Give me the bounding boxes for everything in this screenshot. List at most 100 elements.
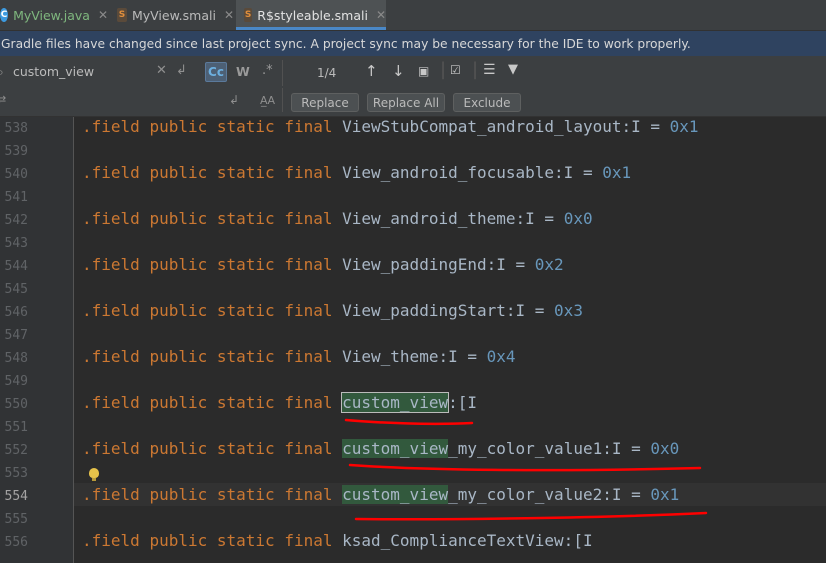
new-line-icon[interactable]: ↲ [176,63,187,78]
code-line-556[interactable]: .field public static final ksad_Complian… [82,531,593,550]
gradle-sync-banner: Gradle files have changed since last pro… [0,31,826,56]
match-count: 1/4 [317,66,337,80]
keyword: public [149,301,208,320]
tab-label: MyView.java [13,7,90,23]
replace-arrow-icon: ⇄ [0,93,7,106]
replace-button[interactable]: Replace [291,93,359,112]
keyword: final [284,485,333,504]
keyword: static [216,531,275,550]
code-line-538[interactable]: .field public static final ViewStubCompa… [82,117,699,136]
close-icon[interactable]: ✕ [224,8,234,22]
search-input[interactable] [13,64,153,79]
code-line-540[interactable]: .field public static final View_android_… [82,163,631,182]
smali-file-icon: S [244,8,253,22]
line-number: 539 [4,144,28,159]
tab-myview-java[interactable]: C MyView.java ✕ [0,0,108,30]
keyword: static [216,117,275,136]
line-number: 542 [4,213,28,228]
field-value: 0x1 [650,485,680,504]
keyword: public [149,393,208,412]
keyword: static [216,209,275,228]
exclude-button[interactable]: Exclude [453,93,521,112]
current-search-match[interactable]: custom_view [341,392,450,413]
line-number: 555 [4,512,28,527]
filter-icon[interactable]: ▼ [508,62,518,77]
keyword: public [149,347,208,366]
select-all-occurrences-icon[interactable]: ▣ [418,64,429,78]
field-name: _my_color_value2:I = [448,485,651,504]
keyword: public [149,255,208,274]
field-value: 0x1 [602,163,632,182]
field-value: 0x2 [534,255,564,274]
keyword: .field [82,531,140,550]
field-value: 0x0 [563,209,593,228]
lightbulb-icon[interactable] [89,468,99,481]
keyword: .field [82,117,140,136]
previous-occurrence-icon[interactable]: ↑ [365,62,378,80]
code-line-552[interactable]: .field public static final custom_view_m… [82,439,679,458]
search-match[interactable]: custom_view [342,485,449,504]
field-name: :[I [448,393,477,412]
keyword: static [216,439,275,458]
line-number: 549 [4,374,28,389]
keyword: final [284,439,333,458]
red-underline-3 [354,511,708,521]
tab-label: R$styleable.smali [257,7,368,23]
tab-label: MyView.smali [131,7,216,23]
keyword: static [216,393,275,412]
replace-field-container[interactable]: ⇄ ↲ A̲A [0,88,283,112]
line-number: 547 [4,328,28,343]
keyword: public [149,439,208,458]
code-line-542[interactable]: .field public static final View_android_… [82,209,593,228]
keyword: .field [82,485,140,504]
line-number: 552 [4,443,28,458]
keyword: public [149,209,208,228]
line-number: 554 [4,489,28,504]
replace-all-button[interactable]: Replace All [367,93,445,112]
keyword: static [216,485,275,504]
field-name: View_android_theme:I = [342,209,564,228]
keyword: .field [82,163,140,182]
whole-words-toggle[interactable]: W [236,64,250,79]
keyword: .field [82,209,140,228]
toolbar-separator: | [440,59,447,80]
editor-tab-bar: C MyView.java ✕ S MyView.smali ✕ S R$sty… [0,0,826,31]
clear-search-icon[interactable]: ✕ [156,63,167,78]
line-number: 544 [4,259,28,274]
toolbar-separator: | [472,59,479,80]
field-name: View_theme:I = [342,347,487,366]
search-match[interactable]: custom_view [342,439,449,458]
tab-myview-smali[interactable]: S MyView.smali ✕ [110,0,234,30]
line-number: 546 [4,305,28,320]
regex-toggle[interactable]: .* [262,63,273,78]
find-replace-panel: ⌕ ✕ ↲ Cc W .* ⇄ ↲ A̲A 1/4 ↑ ↓ ▣ | ☑ | ☰ … [0,56,826,117]
code-line-554[interactable]: .field public static final custom_view_m… [82,485,679,504]
line-number: 545 [4,282,28,297]
code-line-550[interactable]: .field public static final custom_view:[… [82,392,477,413]
code-line-546[interactable]: .field public static final View_paddingS… [82,301,583,320]
close-icon[interactable]: ✕ [376,8,386,22]
preserve-case-toggle[interactable]: A̲A [260,94,275,107]
new-line-icon[interactable]: ↲ [229,93,239,107]
field-value: 0x0 [650,439,680,458]
field-name: ksad_ComplianceTextView:[I [342,531,593,550]
code-line-544[interactable]: .field public static final View_paddingE… [82,255,564,274]
close-icon[interactable]: ✕ [98,8,108,22]
keyword: final [284,209,333,228]
field-value: 0x3 [554,301,583,320]
red-underline-2 [348,463,702,472]
next-occurrence-icon[interactable]: ↓ [392,62,405,80]
tab-rstyleable-smali[interactable]: S R$styleable.smali ✕ [236,0,386,30]
line-number: 550 [4,397,28,412]
filter-search-results-icon[interactable]: ☑ [450,63,461,77]
keyword: static [216,301,275,320]
code-line-548[interactable]: .field public static final View_theme:I … [82,347,516,366]
search-field-container: ⌕ ✕ ↲ Cc W .* [0,60,283,86]
match-case-toggle[interactable]: Cc [205,62,227,82]
field-value: 0x1 [669,117,699,136]
java-class-icon: C [0,8,9,22]
line-number: 553 [4,466,28,481]
keyword: static [216,347,275,366]
line-number: 556 [4,535,28,550]
search-options-icon[interactable]: ☰ [483,62,496,78]
